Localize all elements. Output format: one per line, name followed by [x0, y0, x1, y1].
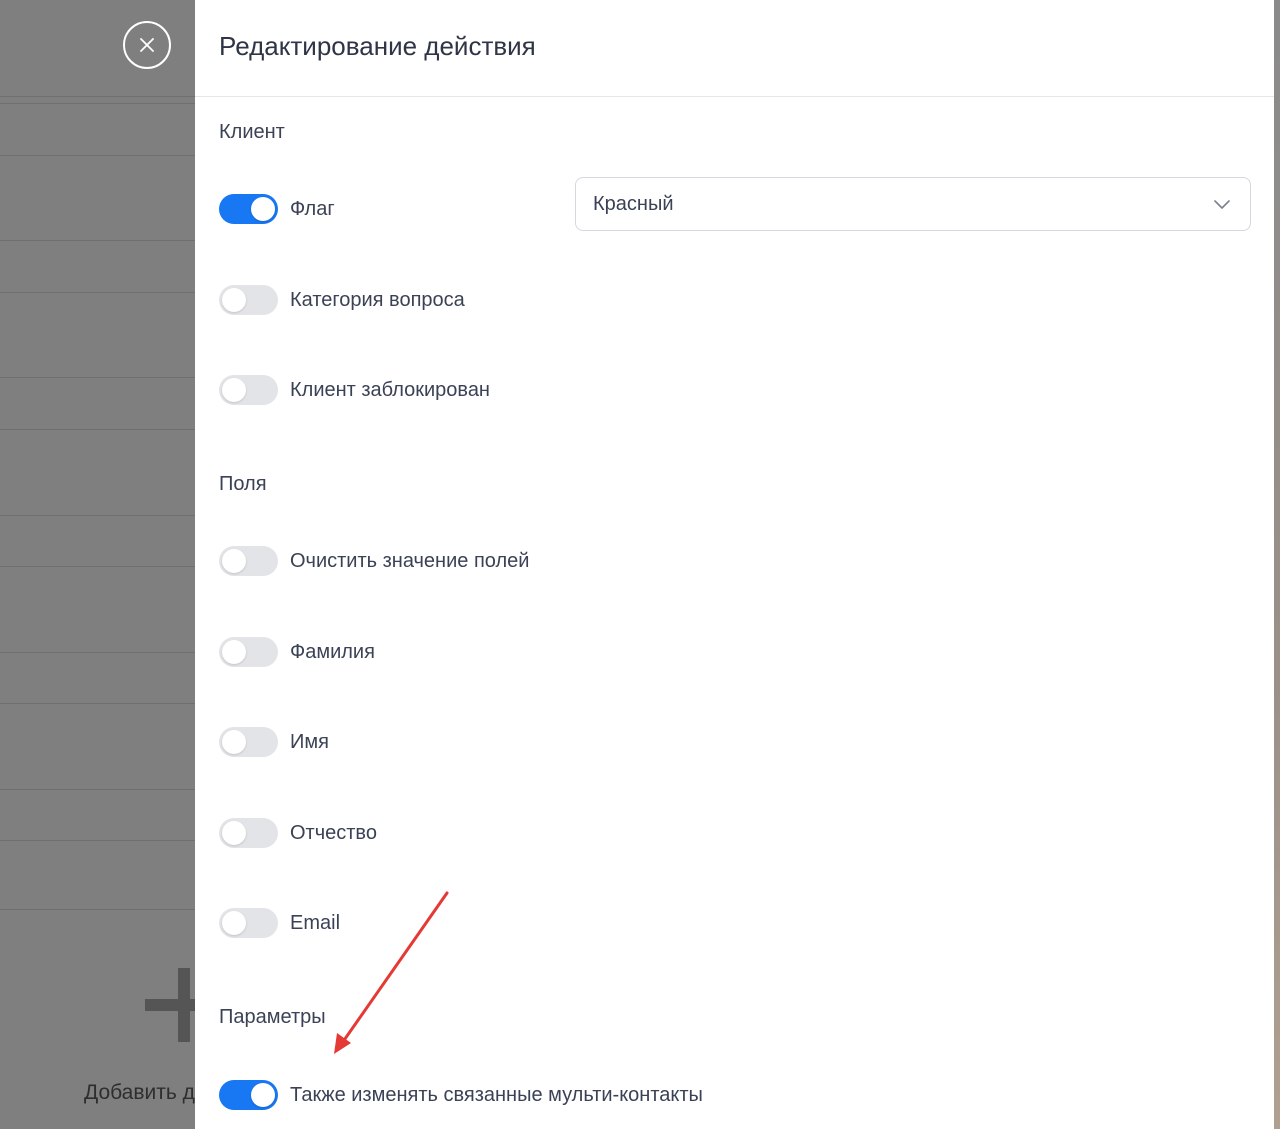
toggle-label: Категория вопроса — [290, 288, 465, 311]
toggle-label: Флаг — [290, 197, 335, 220]
close-icon — [140, 38, 154, 52]
section-title-fields: Поля — [219, 473, 267, 495]
toggle-label: Отчество — [290, 821, 377, 844]
toggle-row-question-category[interactable]: Категория вопроса — [219, 285, 465, 315]
background-divider — [0, 103, 195, 104]
flag-toggle[interactable] — [219, 194, 278, 224]
chevron-down-icon — [1214, 200, 1230, 209]
question-category-toggle[interactable] — [219, 285, 278, 315]
multi-contacts-toggle[interactable] — [219, 1080, 278, 1110]
background-divider — [0, 292, 195, 293]
section-title-params: Параметры — [219, 1006, 326, 1028]
close-button[interactable] — [123, 21, 171, 69]
clear-fields-toggle[interactable] — [219, 546, 278, 576]
toggle-row-last-name[interactable]: Фамилия — [219, 637, 375, 667]
email-toggle[interactable] — [219, 908, 278, 938]
toggle-row-flag[interactable]: Флаг — [219, 194, 335, 224]
background-divider — [0, 96, 195, 97]
flag-color-select[interactable]: Красный — [575, 177, 1251, 231]
background-divider — [0, 652, 195, 653]
toggle-label: Также изменять связанные мульти-контакты — [290, 1083, 703, 1106]
background-page: Добавить действие — [0, 0, 195, 1129]
section-title-client: Клиент — [219, 121, 285, 143]
background-divider — [0, 909, 195, 910]
select-value: Красный — [593, 192, 674, 215]
toggle-label: Email — [290, 911, 341, 934]
toggle-row-clear-fields[interactable]: Очистить значение полей — [219, 546, 529, 576]
background-divider — [0, 703, 195, 704]
panel-header: Редактирование действия — [195, 0, 1274, 97]
toggle-row-multi-contacts[interactable]: Также изменять связанные мульти-контакты — [219, 1080, 703, 1110]
background-divider — [0, 840, 195, 841]
background-divider — [0, 429, 195, 430]
toggle-row-middle-name[interactable]: Отчество — [219, 818, 377, 848]
first-name-toggle[interactable] — [219, 727, 278, 757]
toggle-row-email[interactable]: Email — [219, 908, 340, 938]
plus-icon — [145, 968, 195, 1042]
add-action-label: Добавить действие — [84, 1081, 195, 1104]
background-divider — [0, 377, 195, 378]
background-divider — [0, 240, 195, 241]
background-divider — [0, 155, 195, 156]
toggle-label: Клиент заблокирован — [290, 378, 490, 401]
client-blocked-toggle[interactable] — [219, 375, 278, 405]
panel-title: Редактирование действия — [219, 30, 536, 61]
toggle-label: Фамилия — [290, 640, 375, 663]
toggle-row-first-name[interactable]: Имя — [219, 727, 329, 757]
middle-name-toggle[interactable] — [219, 818, 278, 848]
background-divider — [0, 789, 195, 790]
toggle-label: Имя — [290, 730, 329, 753]
edit-action-panel: Редактирование действия Клиент Флаг Крас… — [195, 0, 1274, 1129]
toggle-row-client-blocked[interactable]: Клиент заблокирован — [219, 375, 490, 405]
last-name-toggle[interactable] — [219, 637, 278, 667]
background-divider — [0, 566, 195, 567]
toggle-label: Очистить значение полей — [290, 549, 530, 572]
background-divider — [0, 515, 195, 516]
background-edge — [1274, 0, 1280, 1129]
